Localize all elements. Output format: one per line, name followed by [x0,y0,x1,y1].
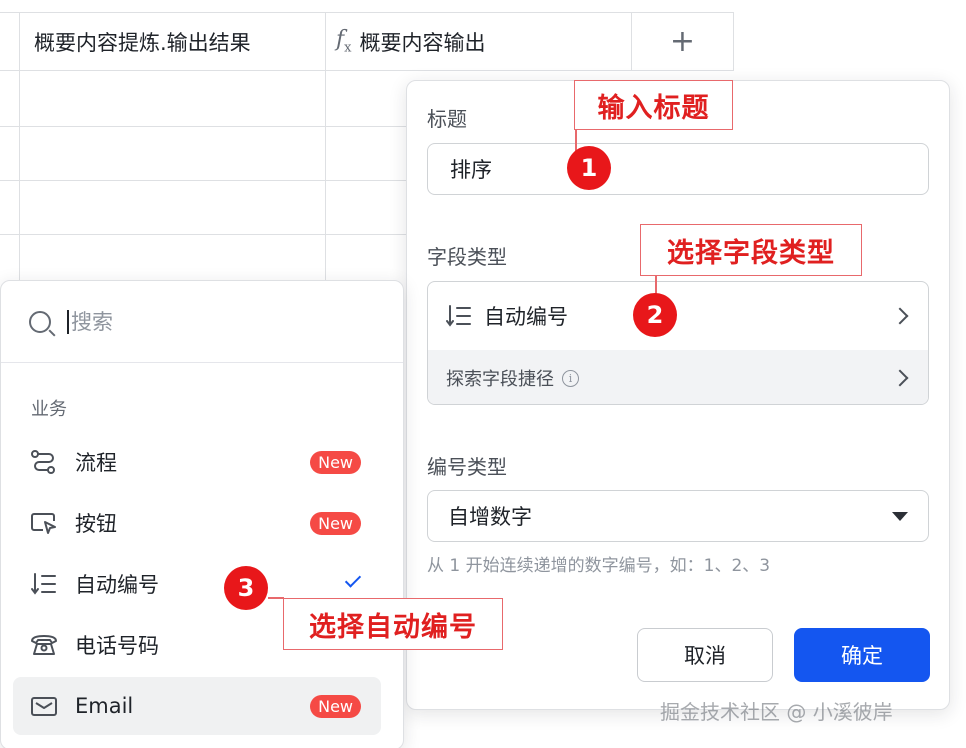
formula-icon: fx [336,27,352,56]
item-label: Email [75,694,134,718]
explore-shortcut-row[interactable]: 探索字段捷径 i [428,350,928,404]
title-input[interactable]: 排序 [427,143,929,195]
item-label: 电话号码 [75,634,159,658]
confirm-button[interactable]: 确定 [794,628,930,682]
search-icon [29,310,51,333]
phone-icon [31,635,57,655]
field-type-item-flow[interactable]: 流程 New [13,433,381,491]
column-header-output-label: 概要内容输出 [359,30,486,55]
annotation-step1-badge: 1 [567,146,611,190]
field-type-value: 自动编号 [484,305,568,329]
annotation-leader [268,597,284,599]
column-header-blank[interactable] [0,13,20,71]
field-type-label: 字段类型 [427,245,507,269]
info-icon: i [562,369,579,387]
search-input[interactable] [67,309,367,334]
grid-line [0,180,406,181]
new-badge: New [310,694,361,718]
flow-icon [31,450,55,474]
field-type-select[interactable]: 自动编号 [428,282,928,350]
column-header-result[interactable]: 概要内容提炼.输出结果 [20,13,326,71]
watermark: 掘金技术社区 @ 小溪彼岸 [660,700,893,724]
item-label: 自动编号 [75,573,159,597]
search-bar [1,281,403,363]
number-type-label: 编号类型 [427,455,507,479]
email-icon [31,697,57,716]
field-type-box: 自动编号 探索字段捷径 i [427,281,929,405]
explore-shortcut-label: 探索字段捷径 [446,369,554,390]
number-type-value: 自增数字 [448,505,532,529]
chevron-right-icon [891,307,909,325]
number-type-select[interactable]: 自增数字 [427,490,929,542]
item-label: 流程 [75,451,117,475]
auto-number-icon [446,305,471,327]
check-icon [344,571,362,588]
column-header-result-label: 概要内容提炼.输出结果 [34,30,251,55]
grid-line [0,234,406,235]
new-badge: New [310,511,361,535]
title-label: 标题 [427,107,467,131]
field-type-item-email[interactable]: Email New [13,677,381,735]
plus-icon: + [669,24,696,59]
section-title: 业务 [31,399,67,420]
new-badge: New [310,450,361,474]
annotation-step3-badge: 3 [224,566,268,610]
caret-down-icon [892,512,908,521]
annotation-step2-label: 选择字段类型 [640,224,862,276]
column-header-output[interactable]: fx 概要内容输出 [326,13,632,71]
field-type-item-button[interactable]: 按钮 New [13,494,381,552]
field-type-dropdown: 业务 流程 New 按钮 New 自动编号 [0,280,404,748]
button-icon [31,513,56,534]
number-type-hint: 从 1 开始连续递增的数字编号，如：1、2、3 [427,556,771,576]
item-label: 按钮 [75,512,117,536]
auto-number-icon [31,573,56,595]
annotation-step2-badge: 2 [633,293,677,337]
annotation-step3-label: 选择自动编号 [283,598,503,650]
grid-line [0,126,406,127]
chevron-right-icon [891,369,909,387]
cancel-button[interactable]: 取消 [637,628,773,682]
add-column-button[interactable]: + [632,13,734,71]
annotation-step1-label: 输入标题 [574,80,733,130]
